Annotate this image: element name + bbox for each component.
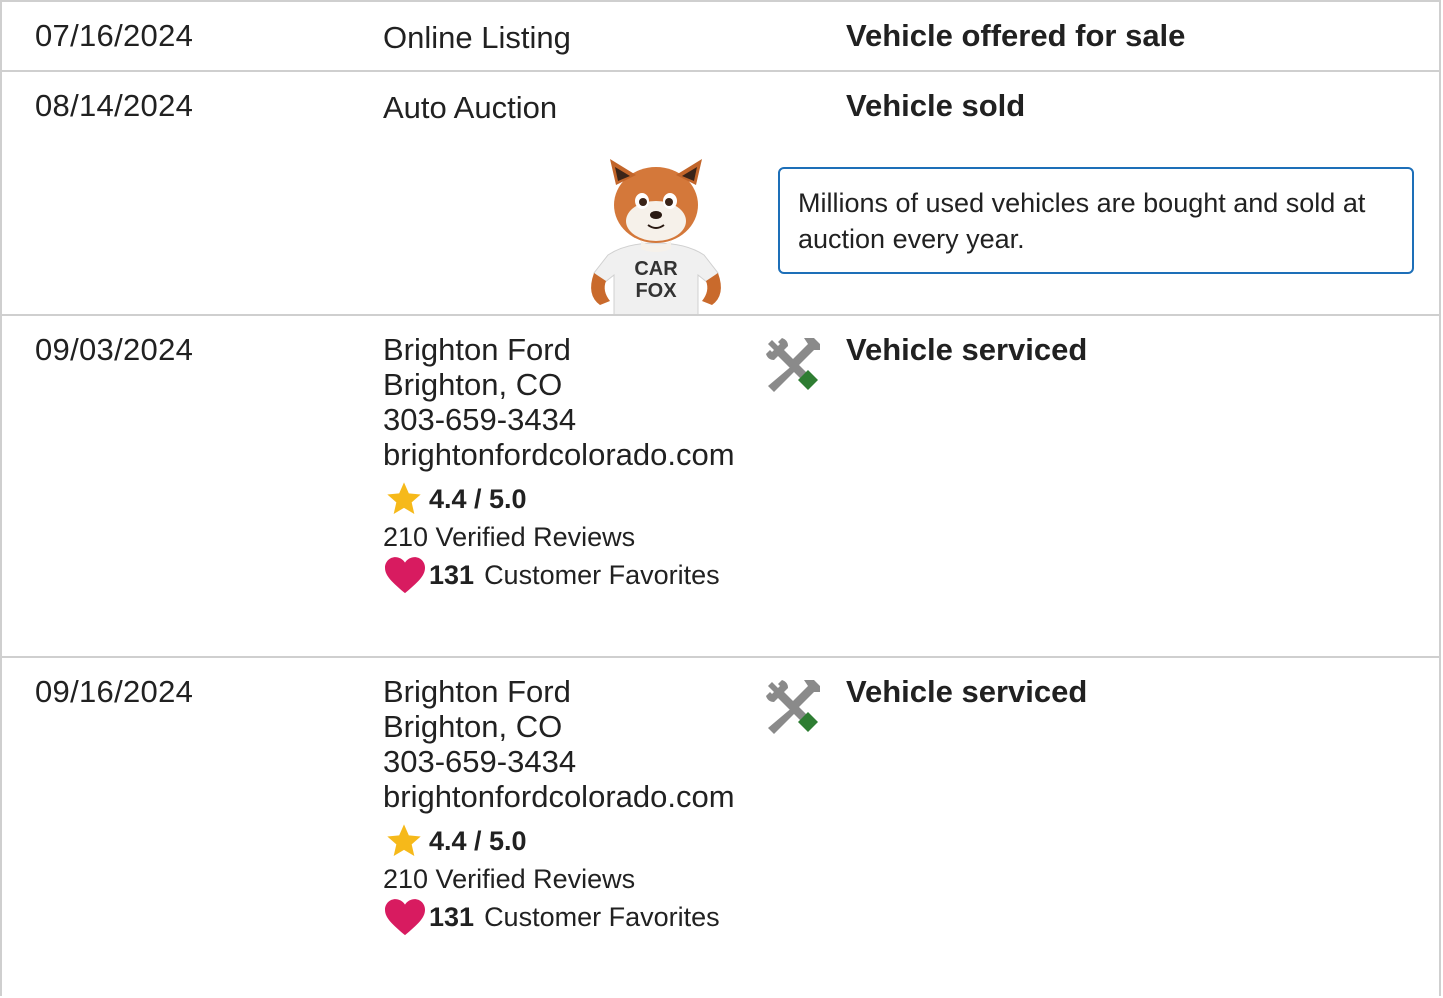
record-date: 08/14/2024: [35, 88, 194, 123]
favorites-label: Customer Favorites: [484, 559, 720, 590]
dealer-name: Brighton Ford: [383, 332, 571, 367]
record-date: 09/03/2024: [35, 332, 194, 367]
star-icon: [383, 479, 429, 519]
customer-favorites: 131 Customer Favorites: [383, 556, 743, 594]
auction-info-callout: Millions of used vehicles are bought and…: [778, 167, 1414, 274]
dealer-website-link[interactable]: brightonfordcolorado.com: [383, 779, 743, 814]
history-row: 09/03/2024 Brighton Ford Brighton, CO 30…: [2, 314, 1439, 658]
dealer-rating[interactable]: 4.4 / 5.0: [383, 822, 743, 860]
record-comment: Vehicle offered for sale: [846, 18, 1186, 53]
star-icon: [383, 821, 429, 861]
record-comment: Vehicle serviced: [846, 674, 1088, 709]
dealer-location: Brighton, CO: [383, 367, 563, 402]
dealer-info: Brighton Ford Brighton, CO 303-659-3434 …: [383, 674, 743, 936]
dealer-info: Brighton Ford Brighton, CO 303-659-3434 …: [383, 332, 743, 594]
record-source: Online Listing: [383, 20, 571, 55]
history-row: 07/16/2024 Online Listing Vehicle offere…: [2, 0, 1439, 72]
favorites-count: 131: [429, 901, 475, 932]
verified-reviews-link[interactable]: 210 Verified Reviews: [383, 860, 743, 898]
rating-value: 4.4 / 5.0: [429, 825, 527, 856]
dealer-phone[interactable]: 303-659-3434: [383, 402, 743, 437]
car-fox-mascot-image: CAR FOX: [591, 159, 721, 315]
favorites-label: Customer Favorites: [484, 901, 720, 932]
vehicle-history-table: 07/16/2024 Online Listing Vehicle offere…: [0, 0, 1441, 996]
service-tools-icon: [766, 680, 820, 734]
customer-favorites: 131 Customer Favorites: [383, 898, 743, 936]
dealer-phone[interactable]: 303-659-3434: [383, 744, 743, 779]
heart-icon: [383, 555, 429, 595]
history-row: 09/16/2024 Brighton Ford Brighton, CO 30…: [2, 656, 1439, 998]
heart-icon: [383, 897, 429, 937]
dealer-website-link[interactable]: brightonfordcolorado.com: [383, 437, 743, 472]
mascot-shirt-text-car: CAR: [634, 258, 678, 280]
record-date: 07/16/2024: [35, 18, 194, 53]
record-date: 09/16/2024: [35, 674, 194, 709]
record-comment: Vehicle sold: [846, 88, 1026, 123]
favorites-count: 131: [429, 559, 475, 590]
dealer-location: Brighton, CO: [383, 709, 563, 744]
dealer-rating[interactable]: 4.4 / 5.0: [383, 480, 743, 518]
dealer-name: Brighton Ford: [383, 674, 571, 709]
service-tools-icon: [766, 338, 820, 392]
record-comment: Vehicle serviced: [846, 332, 1088, 367]
verified-reviews-link[interactable]: 210 Verified Reviews: [383, 518, 743, 556]
record-source: Auto Auction: [383, 90, 558, 125]
rating-value: 4.4 / 5.0: [429, 483, 527, 514]
mascot-shirt-text-fox: FOX: [635, 280, 677, 302]
